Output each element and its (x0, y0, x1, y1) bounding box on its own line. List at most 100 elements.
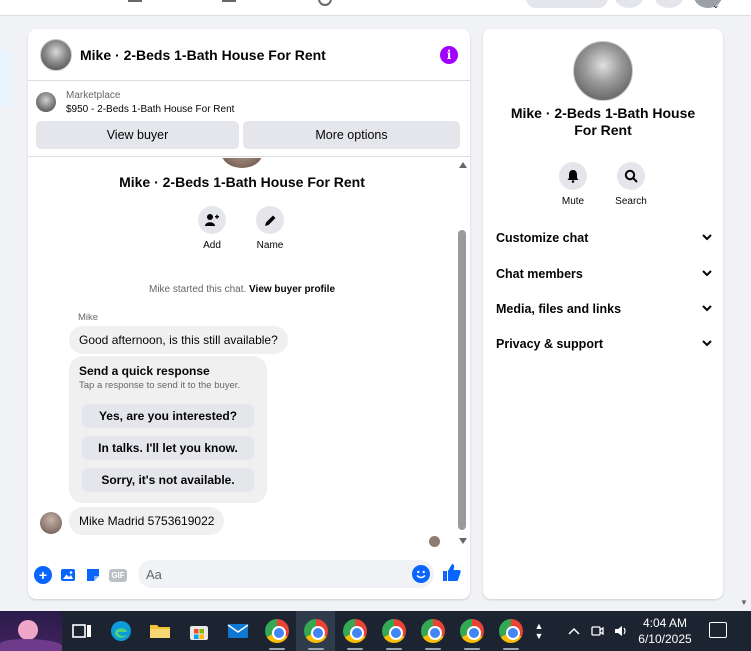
bell-icon[interactable] (559, 162, 587, 190)
notifications-icon[interactable] (654, 0, 684, 8)
listing-banner: Marketplace $950 - 2-Beds 1-Bath House F… (28, 81, 470, 157)
section-media-files-links[interactable]: Media, files and links (496, 297, 712, 321)
incoming-message[interactable]: Mike Madrid 5753619022 (69, 507, 225, 535)
chevron-down-icon (702, 269, 712, 280)
volume-icon[interactable] (614, 624, 628, 638)
gif-icon[interactable]: GIF (109, 568, 127, 582)
section-customize-chat[interactable]: Customize chat (496, 226, 712, 250)
marketplace-nav-icon[interactable] (128, 0, 142, 2)
listing-thumbnail[interactable] (36, 92, 56, 112)
pencil-icon[interactable] (256, 206, 284, 234)
chrome-taskbar-button[interactable] (374, 611, 413, 651)
mute-label: Mute (561, 196, 585, 207)
groups-nav-icon[interactable] (222, 0, 236, 2)
task-view-icon (71, 624, 91, 638)
chevron-down-icon (702, 304, 712, 315)
chat-header: Mike · 2-Beds 1-Bath House For Rent i (28, 29, 470, 81)
scroll-thumb[interactable] (458, 230, 466, 530)
quick-response-option[interactable]: In talks. I'll let you know. (82, 436, 254, 460)
notification-center-icon[interactable] (709, 622, 727, 638)
image-icon[interactable] (59, 566, 77, 584)
store-icon (189, 626, 208, 640)
edge-icon (110, 621, 131, 641)
section-label: Customize chat (496, 231, 589, 245)
search-action[interactable]: Search (601, 162, 661, 207)
quick-response-option[interactable]: Yes, are you interested? (82, 404, 254, 428)
running-indicator (386, 648, 402, 650)
more-options-button[interactable]: More options (243, 121, 460, 149)
emoji-icon[interactable] (412, 565, 430, 583)
store-taskbar-button[interactable] (179, 611, 218, 651)
edge-taskbar-button[interactable] (101, 611, 140, 651)
task-view-button[interactable] (62, 611, 101, 651)
chrome-taskbar-button-active[interactable] (296, 611, 335, 651)
mute-action[interactable]: Mute (543, 162, 603, 207)
chrome-taskbar-button[interactable] (452, 611, 491, 651)
mail-icon (227, 624, 248, 638)
chat-title[interactable]: Mike · 2-Beds 1-Bath House For Rent (80, 47, 440, 63)
mail-taskbar-button[interactable] (218, 611, 257, 651)
running-indicator (269, 648, 285, 650)
gaming-nav-icon[interactable] (318, 0, 332, 6)
message-input[interactable] (138, 566, 388, 582)
chevron-down-icon[interactable]: ▼ (535, 631, 544, 641)
quick-response-option[interactable]: Sorry, it's not available. (82, 468, 254, 492)
add-label: Add (203, 240, 221, 251)
taskbar-overflow-scroller[interactable]: ▲ ▼ (530, 611, 548, 651)
scroll-up-icon[interactable] (459, 162, 467, 168)
widgets-button[interactable] (0, 611, 62, 651)
top-navigation-bar: ⌄ (0, 0, 751, 16)
chrome-taskbar-button[interactable] (335, 611, 374, 651)
view-buyer-button[interactable]: View buyer (36, 121, 239, 149)
chrome-icon (459, 619, 484, 643)
plus-icon[interactable]: + (34, 566, 52, 584)
quick-response-card: Send a quick response Tap a response to … (69, 356, 267, 503)
chrome-icon (264, 619, 289, 643)
sender-name: Mike (78, 312, 99, 323)
message-scrollbar[interactable] (456, 158, 470, 548)
running-indicator (347, 648, 363, 650)
chevron-down-icon[interactable]: ⌄ (712, 0, 720, 11)
section-label: Media, files and links (496, 302, 622, 316)
chrome-icon (498, 619, 523, 643)
section-chat-members[interactable]: Chat members (496, 262, 712, 286)
chrome-taskbar-button[interactable] (257, 611, 296, 651)
clock-time: 4:04 AM (642, 616, 688, 630)
chat-started-notice: Mike started this chat. View buyer profi… (28, 284, 456, 295)
show-hidden-icons-chevron-icon[interactable] (568, 624, 580, 638)
details-title: Mike · 2-Beds 1-Bath House For Rent (510, 105, 696, 138)
running-indicator (464, 648, 480, 650)
search-icon[interactable] (617, 162, 645, 190)
chrome-taskbar-button[interactable] (413, 611, 452, 651)
conversation-title: Mike · 2-Beds 1-Bath House For Rent (119, 174, 365, 190)
search-pill[interactable] (526, 0, 608, 8)
incoming-message[interactable]: Good afternoon, is this still available? (69, 326, 288, 354)
name-action[interactable]: Name (242, 206, 298, 251)
thumbs-up-icon[interactable] (442, 563, 462, 583)
page-scroll-down-icon[interactable]: ▼ (740, 598, 748, 607)
name-label: Name (256, 240, 284, 251)
info-icon[interactable]: i (440, 45, 458, 64)
running-indicator (503, 648, 519, 650)
chevron-up-icon[interactable]: ▲ (535, 621, 544, 631)
section-privacy-support[interactable]: Privacy & support (496, 332, 712, 356)
view-buyer-profile-link[interactable]: View buyer profile (249, 284, 335, 295)
meet-now-icon[interactable] (590, 624, 604, 638)
sender-avatar[interactable] (40, 512, 62, 534)
menu-icon[interactable] (614, 0, 644, 8)
file-explorer-taskbar-button[interactable] (140, 611, 179, 651)
listing-price[interactable]: $950 - 2-Beds 1-Bath House For Rent (66, 104, 234, 115)
details-avatar[interactable] (573, 41, 633, 101)
add-action[interactable]: Add (184, 206, 240, 251)
chrome-icon (420, 619, 445, 643)
chrome-icon (303, 619, 328, 643)
chat-avatar[interactable] (40, 38, 72, 71)
sticker-icon[interactable] (84, 566, 102, 584)
scroll-down-icon[interactable] (459, 538, 467, 544)
quick-response-title: Send a quick response (79, 364, 210, 378)
chrome-taskbar-button[interactable] (491, 611, 530, 651)
add-person-icon[interactable] (198, 206, 226, 234)
message-composer: + GIF (28, 559, 470, 591)
conversation-avatar (221, 158, 263, 168)
taskbar-clock[interactable]: 4:04 AM 6/10/2025 (635, 615, 695, 647)
